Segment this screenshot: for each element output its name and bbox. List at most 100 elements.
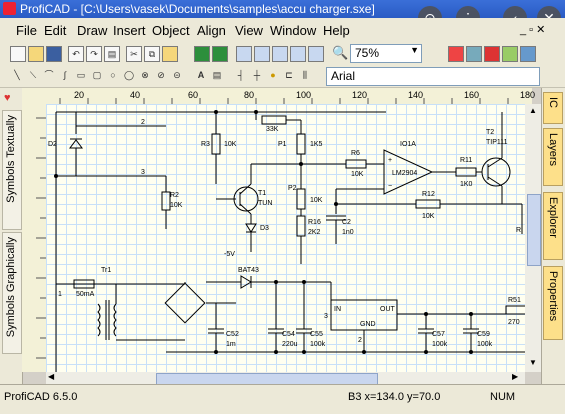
vertical-scrollbar[interactable]: ▲ ▼ [525,104,541,372]
menu-view[interactable]: View [235,23,263,38]
line-icon[interactable]: ╲ [10,68,24,82]
tab-explorer[interactable]: Explorer [543,192,563,260]
title-bar: ProfiCAD - [C:\Users\vasek\Documents\sam… [0,0,565,18]
tab-symbols-textually[interactable]: Symbols Textually [2,110,22,230]
label-r6-value: 10K [351,171,364,178]
label-c57-value: 100k [432,341,448,348]
horizontal-scrollbar[interactable]: ◀ ▶ [46,372,525,385]
wire-icon[interactable]: ┤ [234,68,248,82]
label-icon[interactable]: ● [266,68,280,82]
curve-icon[interactable]: ∫ [58,68,72,82]
netlist-icon[interactable] [466,46,482,62]
junction-icon[interactable]: ⊝ [170,68,184,82]
no-connect-icon[interactable]: ⊘ [154,68,168,82]
label-input1: 1 [58,291,62,298]
label-r12: R12 [422,191,435,198]
ground-icon[interactable]: ⫼ [298,68,312,82]
vertical-ruler [22,88,47,372]
components-icon[interactable] [448,46,464,62]
zoom-select[interactable]: 75% ▼ [350,44,422,63]
cut-icon[interactable]: ✂ [126,46,142,62]
open-icon[interactable] [28,46,44,62]
tab-layers[interactable]: Layers [543,128,563,186]
label-r16-value: 2K2 [308,229,321,236]
label-c55: C55 [310,331,323,338]
window-title: ProfiCAD - [C:\Users\vasek\Documents\sam… [20,2,375,16]
align-top-icon[interactable] [290,46,306,62]
label-node3: 3 [141,169,145,176]
tab-properties[interactable]: Properties [543,266,563,340]
paragraph-icon[interactable]: ▤ [210,68,224,82]
horizontal-ruler-ticks [59,98,509,104]
align-left-icon[interactable] [236,46,252,62]
scroll-left-icon[interactable]: ◀ [48,372,58,384]
node-icon[interactable]: ┼ [250,68,264,82]
print-icon[interactable]: ▤ [104,46,120,62]
label-r: R [516,227,521,234]
label-c57: C57 [432,331,445,338]
label-r2: R2 [170,192,179,199]
status-bar: ProfiCAD 6.5.0 B3 x=134.0 y=70.0 NUM [0,384,565,414]
tab-symbols-graphically[interactable]: Symbols Graphically [2,232,22,354]
polyline-icon[interactable]: ⟍ [26,68,40,82]
text-icon[interactable]: A [194,68,208,82]
menu-window[interactable]: Window [270,23,316,38]
save-icon[interactable] [46,46,62,62]
circle-icon[interactable]: ◯ [122,68,136,82]
settings-icon[interactable] [502,46,518,62]
scroll-right-icon[interactable]: ▶ [512,372,522,384]
scroll-down-icon[interactable]: ▼ [527,358,539,370]
grid-icon[interactable] [194,46,210,62]
font-select[interactable]: Arial [326,67,540,86]
menu-help[interactable]: Help [323,23,350,38]
label-t2-value: TIP111 [486,139,508,146]
status-version: ProfiCAD 6.5.0 [4,391,78,403]
menu-draw[interactable]: Draw [77,23,107,38]
label-r3-value: 10K [224,141,237,148]
align-center-icon[interactable] [254,46,270,62]
mdi-controls[interactable]: _ ▫ ✕ [520,23,545,36]
tab-explorer-label: Explorer [547,197,559,238]
paste-icon[interactable] [162,46,178,62]
bus-icon[interactable]: ⊏ [282,68,296,82]
app-icon [3,2,16,15]
drawing-canvas[interactable]: D2 2 3 R3 10K R2 10K T1 TUN D3 -5V 33K P… [46,104,525,372]
align-right-icon[interactable] [272,46,288,62]
ellipse-icon[interactable]: ○ [106,68,120,82]
undo-icon[interactable]: ↶ [68,46,84,62]
tab-properties-label: Properties [547,271,559,322]
cross-icon[interactable]: ⊗ [138,68,152,82]
copy-icon[interactable]: ⧉ [144,46,160,62]
status-mode: NUM [490,391,516,403]
chevron-down-icon: ▼ [410,45,419,55]
favorite-icon[interactable] [484,46,500,62]
heart-icon[interactable]: ♥ [4,92,18,104]
vertical-scroll-thumb[interactable] [527,194,541,266]
redo-icon[interactable]: ↷ [86,46,102,62]
menu-object[interactable]: Object [152,23,190,38]
standard-toolbar: ↶ ↷ ▤ ✂ ⧉ 🔍 75% ▼ [0,42,565,65]
zoom-icon[interactable]: 🔍 [332,46,348,60]
image-icon[interactable] [212,46,228,62]
menu-edit[interactable]: Edit [44,23,66,38]
scroll-up-icon[interactable]: ▲ [527,106,539,118]
rounded-rect-icon[interactable]: ▢ [90,68,104,82]
menu-file[interactable]: File [16,23,37,38]
help-icon[interactable] [520,46,536,62]
menu-align[interactable]: Align [197,23,226,38]
rectangle-icon[interactable]: ▭ [74,68,88,82]
label-t1-value: TUN [258,200,272,207]
label-d3: D3 [260,225,269,232]
zoom-value: 75% [355,46,380,60]
arc-icon[interactable]: ⌒ [42,68,56,82]
new-icon[interactable] [10,46,26,62]
font-value: Arial [331,69,356,83]
align-bottom-icon[interactable] [308,46,324,62]
label-r3: R3 [201,141,210,148]
label-r16: R16 [308,219,321,226]
menu-insert[interactable]: Insert [113,23,146,38]
label-p1-value: 1K5 [310,141,323,148]
tab-ic[interactable]: IC [543,92,563,124]
label-r11-value: 1K0 [460,181,473,188]
label-r2-value: 10K [170,202,183,209]
